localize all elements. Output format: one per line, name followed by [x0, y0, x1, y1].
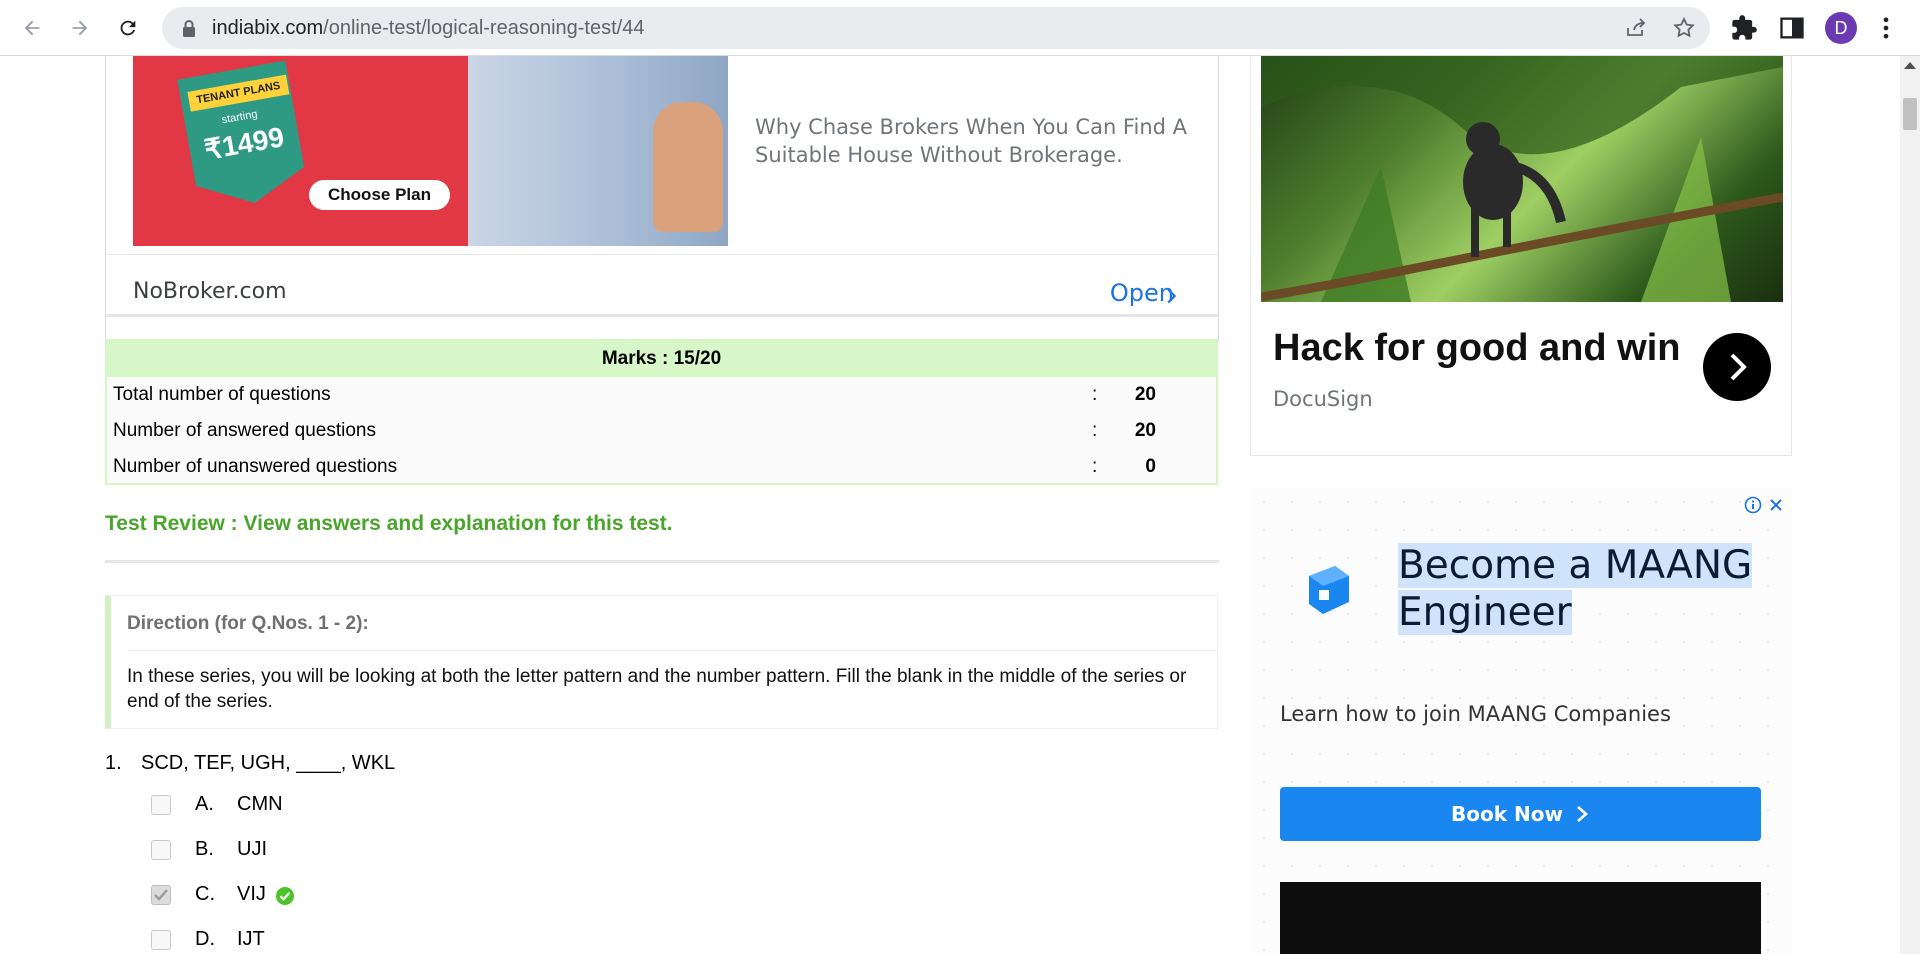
option-checkbox[interactable] — [151, 795, 171, 815]
ad-video-preview[interactable] — [1280, 882, 1761, 954]
marks-row-value: 20 — [1134, 384, 1156, 405]
section-divider — [105, 314, 1219, 317]
marks-row-value: 20 — [1134, 420, 1156, 441]
scroll-up-arrow-icon[interactable] — [1904, 62, 1916, 69]
marks-title: Marks : 15/20 — [107, 341, 1216, 377]
option-letter: C. — [195, 883, 215, 905]
ad-brand: NoBroker.com — [133, 279, 287, 304]
option-b[interactable]: B. UJI — [151, 836, 651, 866]
option-letter: B. — [195, 838, 214, 860]
ad-headline: Hack for good and win — [1273, 327, 1681, 369]
test-review-link[interactable]: Test Review : View answers and explanati… — [105, 512, 673, 536]
direction-box: Direction (for Q.Nos. 1 - 2): In these s… — [105, 595, 1218, 729]
option-a[interactable]: A. CMN — [151, 791, 651, 821]
question-text: SCD, TEF, UGH, ____, WKL — [141, 752, 396, 774]
option-text: UJI — [237, 838, 267, 860]
ad-banner-image[interactable]: TENANT PLANS starting ₹1499 Choose Plan — [133, 56, 728, 246]
option-letter: A. — [195, 793, 214, 815]
arrow-left-icon — [24, 20, 40, 36]
option-letter: D. — [195, 928, 215, 950]
direction-text: In these series, you will be looking at … — [127, 666, 1187, 712]
option-text: CMN — [237, 793, 283, 815]
marks-row-sep: : — [1092, 384, 1098, 405]
ad-headline-text: Become a MAANG Engineer — [1398, 543, 1753, 635]
kebab-menu-icon[interactable] — [1872, 14, 1900, 42]
marks-row: Number of answered questions : 20 — [107, 413, 1216, 449]
direction-title: Direction (for Q.Nos. 1 - 2): — [127, 596, 1217, 651]
profile-avatar[interactable]: D — [1825, 12, 1857, 44]
ad-subtext: Learn how to join MAANG Companies — [1280, 702, 1671, 726]
close-icon[interactable] — [1767, 496, 1785, 514]
option-text: IJT — [237, 928, 265, 950]
browser-toolbar: indiabix.com/online-test/logical-reasoni… — [0, 0, 1920, 56]
back-button[interactable] — [12, 8, 52, 48]
ad-divider — [106, 254, 1218, 255]
ad-info-icon[interactable] — [1744, 496, 1762, 514]
marks-row-value: 0 — [1145, 456, 1156, 477]
chevron-right-icon — [1730, 353, 1747, 381]
url-text: indiabix.com/online-test/logical-reasoni… — [212, 17, 644, 40]
forward-button[interactable] — [60, 8, 100, 48]
vertical-scrollbar[interactable] — [1900, 56, 1920, 954]
nobroker-ad[interactable]: TENANT PLANS starting ₹1499 Choose Plan … — [105, 56, 1219, 346]
checkmark-icon — [154, 889, 168, 901]
reload-icon — [120, 20, 136, 36]
option-checkbox-checked[interactable] — [151, 885, 171, 905]
marks-row-sep: : — [1092, 456, 1098, 477]
page-content: TENANT PLANS starting ₹1499 Choose Plan … — [0, 56, 1900, 954]
tenant-plans-badge: TENANT PLANS starting ₹1499 — [177, 60, 309, 212]
url-path: /online-test/logical-reasoning-test/44 — [323, 17, 645, 39]
arrow-right-icon — [72, 20, 88, 36]
option-checkbox[interactable] — [151, 930, 171, 950]
lock-icon — [183, 20, 195, 37]
star-icon[interactable] — [1672, 16, 1696, 40]
book-now-button[interactable]: Book Now — [1280, 787, 1761, 841]
ad-thumbs-up-image — [653, 102, 723, 232]
option-c[interactable]: C. VIJ — [151, 881, 651, 911]
ad-headline: Become a MAANG Engineer — [1398, 542, 1758, 636]
chevron-right-icon — [1167, 288, 1177, 304]
correct-answer-icon — [276, 887, 294, 905]
ad-chimpanzee-image — [1261, 56, 1783, 302]
jungle-illustration — [1261, 56, 1783, 302]
docusign-ad[interactable]: Hack for good and win DocuSign — [1250, 56, 1792, 456]
brand-logo-icon — [1309, 566, 1349, 614]
marks-summary: Marks : 15/20 Total number of questions … — [105, 339, 1218, 485]
marks-row-label: Number of answered questions — [113, 420, 376, 441]
question-number: 1. — [105, 752, 122, 774]
chevron-right-icon — [1577, 806, 1588, 822]
extensions-icon[interactable] — [1730, 14, 1758, 42]
option-d[interactable]: D. IJT — [151, 926, 651, 954]
share-icon[interactable] — [1624, 16, 1648, 40]
marks-row: Number of unanswered questions : 0 — [107, 449, 1216, 485]
ad-advertiser: DocuSign — [1273, 387, 1373, 411]
reload-button[interactable] — [108, 8, 148, 48]
url-host: indiabix.com — [212, 17, 324, 39]
marks-row-label: Number of unanswered questions — [113, 456, 398, 477]
marks-row-label: Total number of questions — [113, 384, 331, 405]
ad-description: Why Chase Brokers When You Can Find A Su… — [755, 115, 1187, 167]
section-divider — [105, 560, 1219, 563]
book-now-label: Book Now — [1451, 802, 1563, 826]
marks-row-sep: : — [1092, 420, 1098, 441]
marks-row: Total number of questions : 20 — [107, 377, 1216, 413]
maang-ad[interactable]: Become a MAANG Engineer Learn how to joi… — [1250, 488, 1792, 954]
scroll-thumb[interactable] — [1903, 98, 1917, 130]
choose-plan-button[interactable]: Choose Plan — [309, 180, 450, 210]
option-checkbox[interactable] — [151, 840, 171, 860]
ad-next-button[interactable] — [1703, 333, 1771, 401]
address-bar[interactable]: indiabix.com/online-test/logical-reasoni… — [162, 7, 1710, 49]
side-panel-icon[interactable] — [1778, 14, 1806, 42]
option-text: VIJ — [237, 883, 266, 905]
